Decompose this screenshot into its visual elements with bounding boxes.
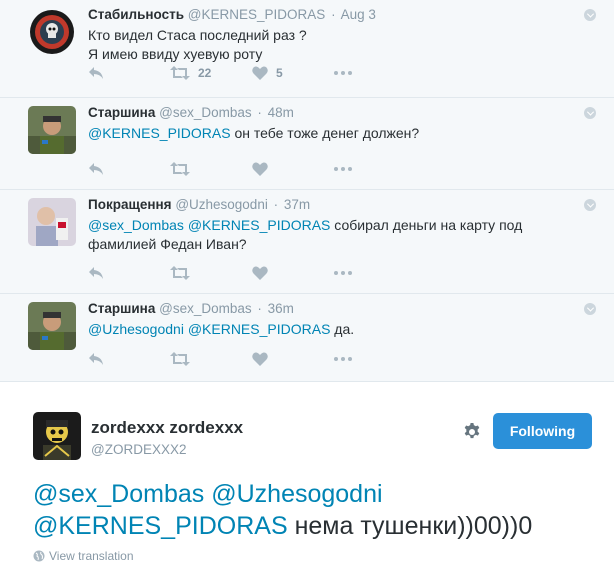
tweet-timestamp[interactable]: 36m: [268, 301, 294, 316]
tweet-fullname[interactable]: Старшина: [88, 105, 155, 120]
avatar[interactable]: [28, 8, 76, 56]
tweet-text: Кто видел Стаса последний раз ? Я имею в…: [88, 26, 574, 64]
like-icon: [252, 266, 268, 280]
retweet-icon: [170, 66, 190, 80]
like-icon: [252, 162, 268, 176]
mention-link[interactable]: @sex_Dombas: [88, 217, 184, 233]
retweet-button[interactable]: 22: [170, 66, 252, 80]
tweet-actions: [88, 162, 416, 176]
tweet-fullname[interactable]: Старшина: [88, 301, 155, 316]
mention-link[interactable]: @KERNES_PIDORAS: [188, 217, 331, 233]
tweet-text: @sex_Dombas @KERNES_PIDORAS собирал день…: [88, 216, 574, 254]
like-button[interactable]: [252, 352, 334, 366]
retweet-icon: [170, 162, 190, 176]
globe-icon: [33, 550, 45, 562]
like-button[interactable]: [252, 162, 334, 176]
avatar[interactable]: [28, 198, 76, 246]
tweet-text-body: нема тушенки))00))0: [287, 512, 533, 540]
tweet-username[interactable]: @Uzhesogodni: [175, 197, 268, 212]
tweet-text-line: Кто видел Стаса последний раз ?: [88, 27, 307, 43]
like-count: 5: [276, 66, 283, 80]
permalink-tweet: zordexxx zordexxx @ZORDEXXX2 Following @…: [0, 382, 614, 574]
reply-icon: [89, 67, 103, 79]
tweet-actions: [88, 266, 416, 280]
retweet-icon: [170, 266, 190, 280]
reply-icon: [89, 267, 103, 279]
tweet[interactable]: Стабильность @KERNES_PIDORAS · Aug 3 Кто…: [0, 0, 614, 98]
tweet[interactable]: Покращення @Uzhesogodni · 37m @sex_Domba…: [0, 190, 614, 294]
retweet-icon: [170, 352, 190, 366]
tweet[interactable]: Старшина @sex_Dombas · 36m @Uzhesogodni …: [0, 294, 614, 382]
caret-icon[interactable]: [584, 199, 596, 211]
avatar[interactable]: [33, 412, 81, 460]
more-icon[interactable]: [334, 71, 416, 75]
retweet-button[interactable]: [170, 266, 252, 280]
caret-icon[interactable]: [584, 107, 596, 119]
conversation-thread: Стабильность @KERNES_PIDORAS · Aug 3 Кто…: [0, 0, 614, 382]
like-button[interactable]: 5: [252, 66, 334, 80]
more-icon[interactable]: [334, 167, 416, 171]
tweet-fullname[interactable]: Покращення: [88, 197, 172, 212]
author-username[interactable]: @ZORDEXXX2: [91, 442, 186, 457]
tweet-text-body: он тебе тоже денег должен?: [230, 125, 420, 141]
mention-link[interactable]: @KERNES_PIDORAS: [33, 512, 288, 540]
mention-link[interactable]: @KERNES_PIDORAS: [188, 321, 331, 337]
mention-link[interactable]: @Uzhesogodni: [88, 321, 184, 337]
tweet-username[interactable]: @sex_Dombas: [159, 105, 252, 120]
reply-button[interactable]: [88, 352, 170, 366]
tweet-timestamp[interactable]: Aug 3: [341, 7, 376, 22]
reply-icon: [89, 163, 103, 175]
reply-button[interactable]: [88, 266, 170, 280]
retweet-count: 22: [198, 66, 212, 80]
reply-icon: [89, 353, 103, 365]
tweet-text: @sex_Dombas @Uzhesogodni @KERNES_PIDORAS …: [33, 478, 603, 542]
tweet[interactable]: Старшина @sex_Dombas · 48m @KERNES_PIDOR…: [0, 98, 614, 190]
tweet-fullname[interactable]: Стабильность: [88, 7, 184, 22]
retweet-button[interactable]: [170, 352, 252, 366]
mention-link[interactable]: @KERNES_PIDORAS: [88, 125, 231, 141]
author-fullname[interactable]: zordexxx zordexxx: [91, 418, 243, 438]
tweet-text: @KERNES_PIDORAS он тебе тоже денег долже…: [88, 124, 574, 143]
like-icon: [252, 66, 268, 80]
tweet-timestamp[interactable]: 37m: [284, 197, 310, 212]
view-translation-label: View translation: [49, 549, 134, 563]
like-button[interactable]: [252, 266, 334, 280]
like-icon: [252, 352, 268, 366]
mention-link[interactable]: @Uzhesogodni: [211, 480, 382, 508]
reply-button[interactable]: [88, 162, 170, 176]
tweet-text-line: Я имею ввиду хуевую роту: [88, 46, 263, 62]
caret-icon[interactable]: [584, 9, 596, 21]
more-icon[interactable]: [334, 357, 416, 361]
tweet-text-body: да.: [330, 321, 355, 337]
tweet-actions: [88, 352, 416, 366]
mention-link[interactable]: @sex_Dombas: [33, 480, 204, 508]
gear-icon[interactable]: [462, 422, 482, 447]
tweet-username[interactable]: @sex_Dombas: [159, 301, 252, 316]
avatar[interactable]: [28, 302, 76, 350]
following-button[interactable]: Following: [493, 413, 592, 449]
reply-button[interactable]: [88, 66, 170, 80]
view-translation-link[interactable]: View translation: [33, 549, 134, 563]
tweet-timestamp[interactable]: 48m: [268, 105, 294, 120]
avatar[interactable]: [28, 106, 76, 154]
retweet-button[interactable]: [170, 162, 252, 176]
caret-icon[interactable]: [584, 303, 596, 315]
tweet-actions: 22 5: [88, 66, 416, 80]
tweet-text: @Uzhesogodni @KERNES_PIDORAS да.: [88, 320, 574, 339]
more-icon[interactable]: [334, 271, 416, 275]
tweet-username[interactable]: @KERNES_PIDORAS: [188, 7, 326, 22]
